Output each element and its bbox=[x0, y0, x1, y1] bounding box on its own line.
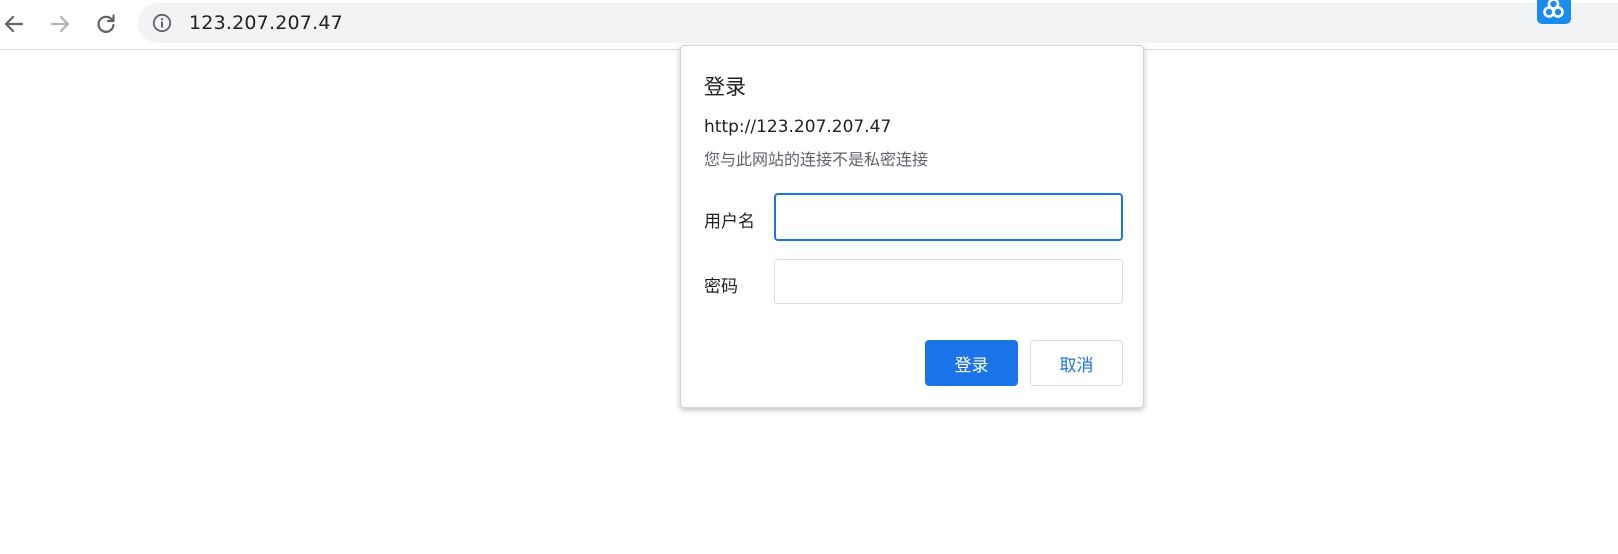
cancel-button[interactable]: 取消 bbox=[1030, 340, 1123, 386]
address-bar[interactable]: 123.207.207.47 bbox=[138, 3, 1618, 43]
info-icon[interactable] bbox=[152, 13, 172, 33]
dialog-site-url: http://123.207.207.47 bbox=[704, 117, 892, 137]
reload-button[interactable] bbox=[89, 7, 123, 41]
username-input[interactable] bbox=[774, 193, 1123, 241]
url-text[interactable]: 123.207.207.47 bbox=[189, 12, 343, 34]
dialog-title: 登录 bbox=[704, 75, 746, 99]
login-button[interactable]: 登录 bbox=[925, 340, 1018, 386]
forward-arrow-icon bbox=[50, 15, 70, 33]
back-button[interactable] bbox=[0, 7, 31, 41]
password-label: 密码 bbox=[704, 277, 738, 297]
back-arrow-icon bbox=[4, 15, 24, 33]
forward-button[interactable] bbox=[43, 7, 77, 41]
login-dialog: 登录 http://123.207.207.47 您与此网站的连接不是私密连接 … bbox=[680, 45, 1144, 408]
extension-icon[interactable] bbox=[1537, 0, 1571, 24]
browser-toolbar: 123.207.207.47 bbox=[0, 0, 1618, 50]
reload-icon bbox=[97, 14, 115, 33]
username-label: 用户名 bbox=[704, 212, 755, 232]
dialog-connection-warning: 您与此网站的连接不是私密连接 bbox=[704, 150, 929, 169]
password-input[interactable] bbox=[774, 259, 1123, 304]
